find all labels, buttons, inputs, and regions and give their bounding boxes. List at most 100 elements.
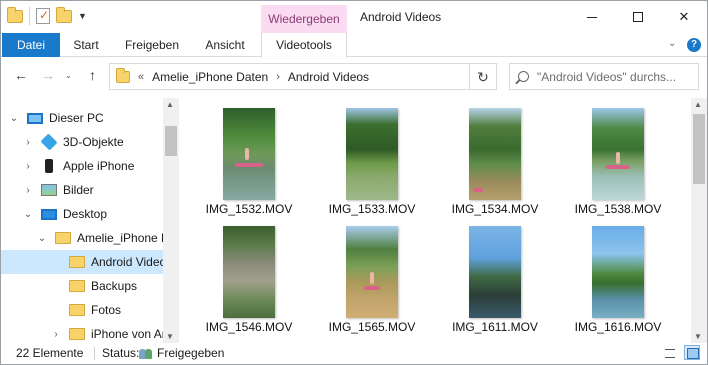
- file-name: IMG_1565.MOV: [328, 320, 416, 334]
- new-folder-icon[interactable]: [56, 6, 72, 23]
- large-icons-view-icon[interactable]: [684, 345, 700, 360]
- navigation-pane: ⌄ Dieser PC › 3D-Objekte › Apple iPhone › Bilde…: [1, 98, 179, 343]
- expand-chevron-icon[interactable]: ›: [51, 329, 61, 340]
- video-file-item[interactable]: IMG_1534.MOV: [441, 98, 555, 216]
- file-name: IMG_1611.MOV: [452, 320, 538, 334]
- close-button[interactable]: ✕: [661, 1, 707, 33]
- back-arrow-icon[interactable]: ←: [14, 67, 28, 83]
- tree-item[interactable]: Android Videos: [1, 250, 163, 274]
- expand-chevron-icon[interactable]: ›: [23, 185, 33, 196]
- video-file-item[interactable]: IMG_1616.MOV: [564, 216, 678, 334]
- video-thumbnail: [592, 226, 644, 318]
- minimize-icon: [587, 16, 597, 18]
- scrollbar-thumb[interactable]: [165, 126, 177, 156]
- video-thumbnail: [346, 226, 398, 318]
- video-file-item[interactable]: IMG_1611.MOV: [441, 216, 555, 334]
- recent-locations-icon[interactable]: ⌄: [65, 71, 72, 80]
- context-tab-header: Wiedergeben: [261, 5, 347, 33]
- tab-datei[interactable]: Datei: [2, 33, 60, 57]
- tree-item-label: 3D-Objekte: [63, 135, 124, 149]
- collapse-chevron-icon[interactable]: ⌄: [23, 209, 33, 220]
- file-list: IMG_1532.MOV IMG_1533.MOV IMG_1534.MOV IMG_…: [181, 98, 691, 343]
- collapse-chevron-icon[interactable]: ⌄: [9, 113, 19, 124]
- video-thumbnail: [592, 108, 644, 200]
- paddleboard: [364, 286, 380, 290]
- properties-icon[interactable]: [36, 8, 50, 24]
- collapse-chevron-icon[interactable]: ⌄: [37, 233, 47, 244]
- tree-item[interactable]: Backups: [1, 274, 163, 298]
- minimize-button[interactable]: [569, 1, 615, 33]
- scroll-up-icon[interactable]: ▲: [694, 100, 702, 109]
- tree-item-label: Bilder: [63, 183, 94, 197]
- video-file-item[interactable]: IMG_1546.MOV: [195, 216, 309, 334]
- close-icon: ✕: [678, 9, 690, 24]
- tree-item-label: Android Videos: [91, 255, 163, 269]
- tree-item[interactable]: › Bilder: [1, 178, 163, 202]
- up-arrow-icon[interactable]: ↑: [89, 67, 96, 83]
- breadcrumb-overflow[interactable]: «: [138, 71, 144, 83]
- folder-icon: [69, 280, 85, 292]
- scrollbar-thumb[interactable]: [693, 114, 705, 184]
- 3d-objects-icon: [40, 133, 58, 151]
- help-icon[interactable]: ?: [687, 38, 701, 52]
- paddleboard: [473, 188, 483, 192]
- tree-item[interactable]: Fotos: [1, 298, 163, 322]
- expand-ribbon-icon[interactable]: ⌄: [668, 38, 676, 49]
- navigation-bar: ← → ⌄ ↑ « Amelie_iPhone Daten › Android …: [1, 58, 707, 96]
- tab-freigeben[interactable]: Freigeben: [112, 33, 192, 57]
- tree-item[interactable]: › 3D-Objekte: [1, 130, 163, 154]
- content-scrollbar[interactable]: ▲ ▼: [691, 98, 707, 343]
- folder-icon: [7, 6, 23, 23]
- tab-ansicht[interactable]: Ansicht: [192, 33, 258, 57]
- forward-arrow-icon[interactable]: →: [41, 67, 55, 83]
- navigation-scrollbar[interactable]: ▲ ▼: [163, 98, 179, 343]
- customize-toolbar-icon[interactable]: ▼: [78, 11, 87, 21]
- scroll-up-icon[interactable]: ▲: [166, 100, 174, 109]
- tree-item[interactable]: › iPhone von Amelie: [1, 322, 163, 343]
- folder-icon: [116, 67, 130, 83]
- maximize-button[interactable]: [615, 1, 661, 33]
- video-thumbnail: [346, 108, 398, 200]
- explorer-window: ▼ Wiedergeben Android Videos ✕ Datei Sta…: [0, 0, 708, 365]
- video-file-item[interactable]: IMG_1533.MOV: [318, 98, 432, 216]
- tab-videotools[interactable]: Videotools: [261, 33, 347, 58]
- expand-chevron-icon[interactable]: ›: [23, 137, 33, 148]
- scroll-down-icon[interactable]: ▼: [166, 332, 174, 341]
- status-label: Status:: [102, 346, 140, 360]
- status-bar: 22 Elemente Status: Freigegeben: [1, 343, 707, 364]
- tree-item[interactable]: ⌄ Amelie_iPhone Daten: [1, 226, 163, 250]
- video-file-item[interactable]: IMG_1538.MOV: [564, 98, 678, 216]
- tree-item-label: Apple iPhone: [63, 159, 135, 173]
- file-name: IMG_1546.MOV: [205, 320, 293, 334]
- video-file-item[interactable]: IMG_1532.MOV: [195, 98, 309, 216]
- toolbar-divider: [29, 7, 30, 25]
- details-view-icon[interactable]: [662, 345, 678, 360]
- scroll-down-icon[interactable]: ▼: [694, 332, 702, 341]
- file-name: IMG_1538.MOV: [574, 202, 662, 216]
- tree-item[interactable]: ⌄ Dieser PC: [1, 106, 163, 130]
- video-thumbnail: [223, 108, 275, 200]
- ribbon-tabs: Datei Start Freigeben Ansicht Videotools…: [1, 33, 707, 58]
- file-name: IMG_1533.MOV: [328, 202, 416, 216]
- folder-icon: [55, 232, 71, 244]
- search-box[interactable]: "Android Videos" durchs...: [509, 63, 699, 90]
- breadcrumb-segment[interactable]: Amelie_iPhone Daten: [152, 70, 268, 84]
- expand-chevron-icon[interactable]: ›: [23, 161, 33, 172]
- status-divider: [94, 347, 95, 360]
- maximize-icon: [633, 12, 643, 22]
- desktop-icon: [41, 208, 57, 220]
- tree-item[interactable]: ⌄ Desktop: [1, 202, 163, 226]
- title-bar: ▼ Wiedergeben Android Videos ✕: [1, 1, 707, 33]
- person-figure: [245, 148, 249, 160]
- video-thumbnail: [469, 108, 521, 200]
- shared-users-icon: [139, 347, 154, 359]
- tree-item[interactable]: › Apple iPhone: [1, 154, 163, 178]
- tree-item-label: Backups: [91, 279, 138, 293]
- tab-start[interactable]: Start: [60, 33, 112, 57]
- breadcrumb-chevron-icon[interactable]: ›: [276, 71, 280, 83]
- address-bar[interactable]: « Amelie_iPhone Daten › Android Videos: [109, 63, 470, 90]
- breadcrumb-segment[interactable]: Android Videos: [288, 70, 369, 84]
- tree-item-label: Amelie_iPhone Daten: [77, 231, 163, 245]
- refresh-button[interactable]: ↻: [470, 63, 497, 90]
- video-file-item[interactable]: IMG_1565.MOV: [318, 216, 432, 334]
